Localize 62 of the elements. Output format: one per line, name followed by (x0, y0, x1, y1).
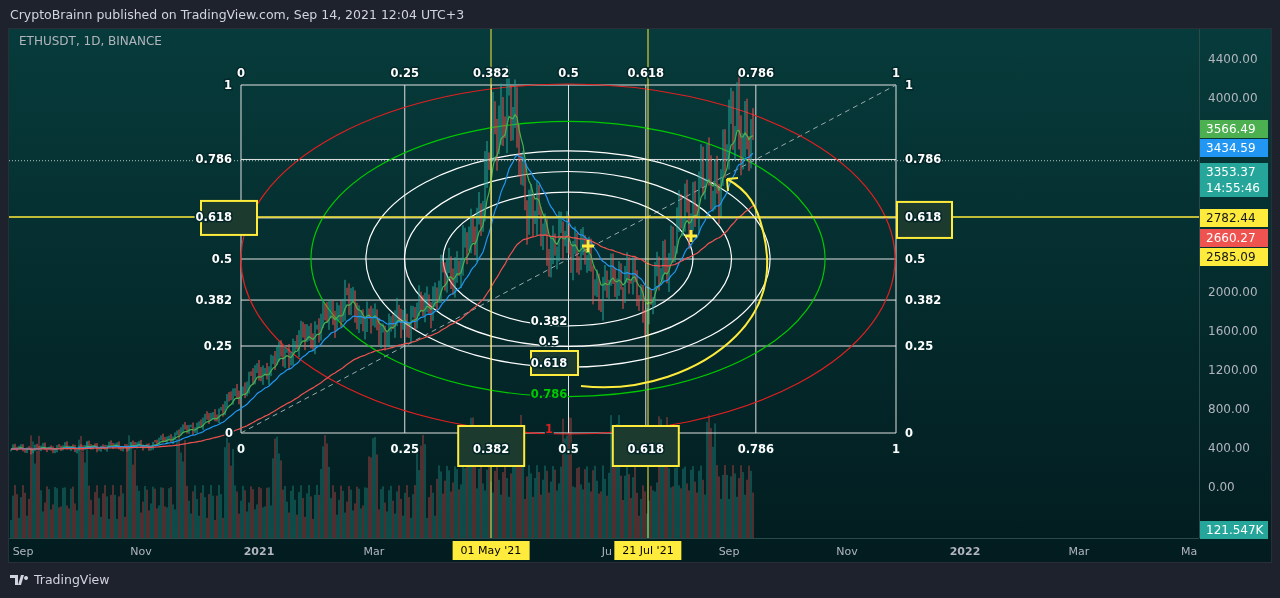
fib-level-label: 0.618 (627, 441, 664, 456)
fib-level-label: 0.5 (558, 441, 579, 456)
publish-info: CryptoBrainn published on TradingView.com, Sep 14, 2021 12:04 UTC+3 (10, 6, 465, 22)
fib-level-label: 0.618 (627, 65, 664, 80)
fib-level-label: 0.25 (905, 338, 934, 353)
fib-level-label: 0.5 (538, 333, 560, 348)
price-tick: 800.00 (1208, 402, 1250, 416)
fib-level-label: 0.786 (905, 151, 942, 166)
time-tick: Ju (601, 545, 612, 558)
fib-level-label: 0.786 (737, 65, 775, 80)
fib-level-label: 0.25 (390, 441, 419, 456)
fib-level-label: 0.786 (737, 441, 775, 456)
time-tick: Mar (363, 545, 385, 558)
crosshair-date-label: 21 Jul '21 (614, 541, 682, 560)
time-tick: Sep (718, 545, 740, 558)
time-tick: Nov (130, 545, 152, 558)
fib-level-label: 0.382 (473, 441, 510, 456)
fib-level-label: 0.5 (905, 251, 926, 266)
time-tick: Mar (1068, 545, 1090, 558)
brand-name[interactable]: TradingView (34, 572, 110, 587)
price-tick: 2000.00 (1208, 285, 1258, 299)
plus-marker (580, 238, 596, 254)
fib-level-label: 0.382 (473, 65, 510, 80)
price-tick: 1200.00 (1208, 363, 1258, 377)
fib-level-label: 0.5 (211, 251, 232, 266)
price-badge: 2660.27 (1200, 229, 1268, 247)
fib-level-label: 0 (905, 425, 913, 440)
fib-level-label: 1 (892, 65, 900, 80)
price-tick: 4400.00 (1208, 52, 1258, 66)
fib-level-label: 0.5 (558, 65, 579, 80)
price-badge: 3353.37 14:55:46 (1200, 163, 1268, 197)
time-tick: 2022 (949, 545, 981, 558)
time-tick: Sep (12, 545, 34, 558)
fib-level-label: 1 (892, 441, 900, 456)
fib-level-label: 0.25 (390, 65, 419, 80)
price-badge: 2782.44 (1200, 209, 1268, 227)
fib-level-label: 0 (237, 65, 245, 80)
price-tick: 400.00 (1208, 441, 1250, 455)
fib-level-label: 0.382 (530, 313, 568, 328)
fib-level-label: 1 (905, 77, 913, 92)
price-tick: 0.00 (1208, 480, 1235, 494)
fib-level-label: 0.786 (195, 151, 232, 166)
plus-marker (683, 228, 699, 244)
fib-level-label: 0.382 (905, 292, 942, 307)
fib-level-label: 0 (237, 441, 245, 456)
price-badge: 2585.09 (1200, 248, 1268, 266)
fib-level-label: 0.618 (905, 210, 942, 225)
volume-badge: 121.547K (1200, 521, 1268, 539)
fib-level-label: 1 (545, 421, 553, 436)
fib-level-label: 1 (224, 77, 232, 92)
fib-level-label: 0.382 (195, 292, 232, 307)
logo-icon[interactable] (10, 574, 30, 585)
symbol-label: ETHUSDT, 1D, BINANCE (19, 34, 162, 48)
time-tick: Ma (1181, 545, 1198, 558)
price-badge: 3434.59 (1200, 139, 1268, 157)
price-tick: 1600.00 (1208, 324, 1258, 338)
time-tick: Nov (836, 545, 858, 558)
crosshair-date-label: 01 May '21 (452, 541, 530, 560)
fib-level-label: 0.25 (203, 338, 232, 353)
price-badge: 3566.49 (1200, 120, 1268, 138)
price-tick: 4000.00 (1208, 91, 1258, 105)
time-tick: 2021 (243, 545, 275, 558)
